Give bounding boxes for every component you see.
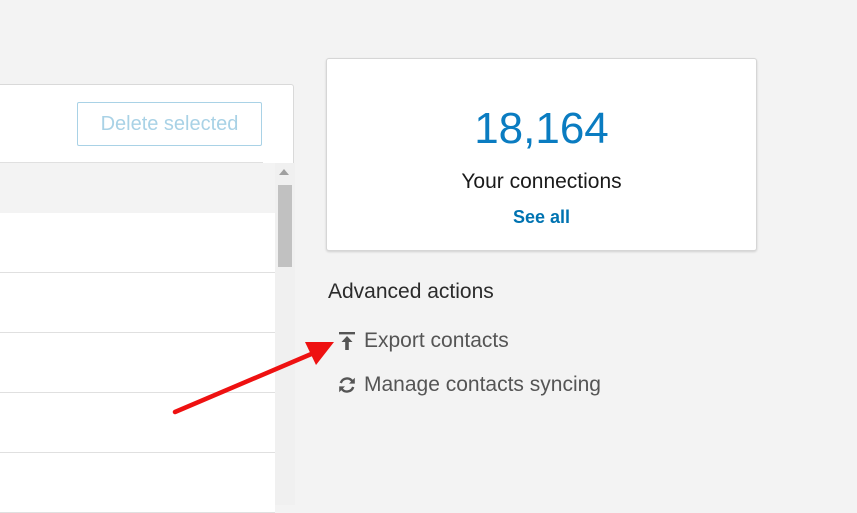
- advanced-actions-title: Advanced actions: [328, 280, 494, 303]
- scrollbar-thumb[interactable]: [278, 185, 292, 267]
- connections-card: 18,164 Your connections See all: [326, 58, 757, 251]
- list-item[interactable]: [0, 333, 275, 393]
- delete-selected-button[interactable]: Delete selected: [77, 102, 262, 146]
- export-contacts-link[interactable]: Export contacts: [337, 326, 509, 356]
- list-item[interactable]: [0, 453, 275, 513]
- scroll-up-arrow-icon[interactable]: [279, 169, 289, 175]
- list-header: [0, 163, 275, 213]
- export-upload-icon: [337, 330, 357, 352]
- list-item[interactable]: [0, 273, 275, 333]
- see-all-link[interactable]: See all: [327, 203, 756, 231]
- connections-count: 18,164: [474, 104, 609, 153]
- export-contacts-label: Export contacts: [364, 329, 509, 352]
- contacts-list-panel: Delete selected: [0, 84, 295, 513]
- manage-contacts-syncing-link[interactable]: Manage contacts syncing: [337, 370, 601, 400]
- list-item[interactable]: [0, 393, 275, 453]
- list-scrollbar[interactable]: [275, 163, 295, 505]
- list-item[interactable]: [0, 213, 275, 273]
- connections-label: Your connections: [461, 170, 622, 193]
- manage-contacts-syncing-label: Manage contacts syncing: [364, 373, 601, 396]
- sync-icon: [337, 374, 357, 396]
